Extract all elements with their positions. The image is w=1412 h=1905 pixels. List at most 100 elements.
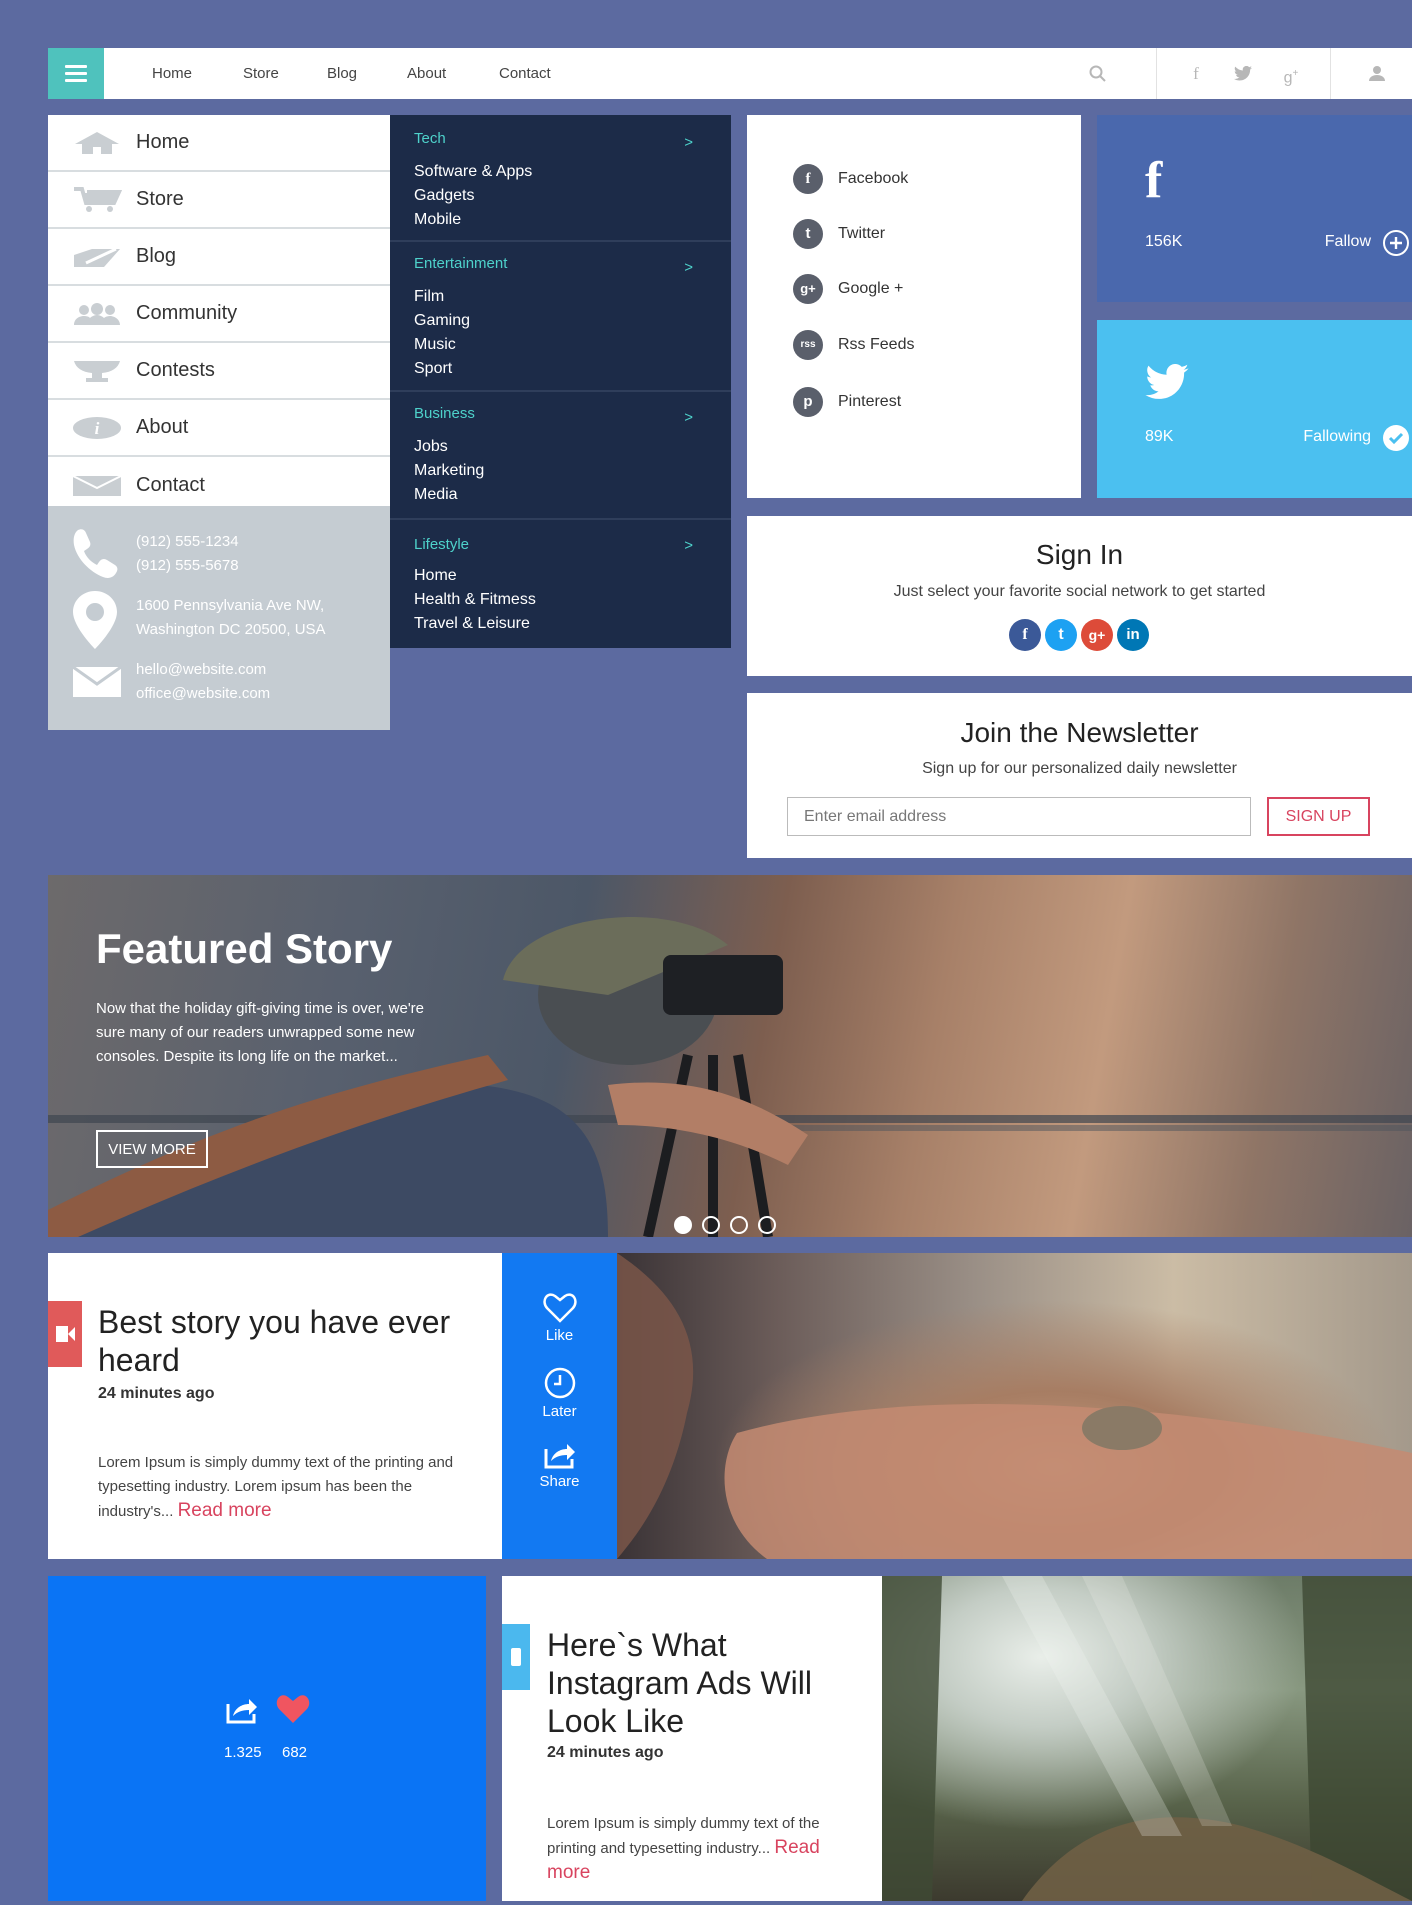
category-item[interactable]: Film bbox=[414, 288, 444, 306]
nav-link-contact[interactable]: Contact bbox=[499, 48, 551, 99]
nav-link-blog[interactable]: Blog bbox=[327, 48, 357, 99]
menu-icon[interactable] bbox=[48, 48, 104, 99]
story-image bbox=[882, 1576, 1412, 1901]
newsletter-panel: Join the Newsletter Sign up for our pers… bbox=[747, 693, 1412, 858]
featured-title: Featured Story bbox=[96, 925, 393, 972]
social-label: Pinterest bbox=[838, 393, 902, 410]
later-button[interactable]: Later bbox=[502, 1367, 617, 1420]
social-link-facebook[interactable]: f Facebook bbox=[793, 163, 908, 195]
like-count: 682 bbox=[282, 1744, 308, 1761]
email-icon bbox=[72, 665, 122, 702]
category-item[interactable]: Gadgets bbox=[414, 187, 474, 205]
cart-icon bbox=[72, 186, 122, 214]
nav-link-store[interactable]: Store bbox=[243, 48, 279, 99]
like-button[interactable]: Like bbox=[502, 1293, 617, 1344]
chevron-right-icon[interactable]: > bbox=[684, 259, 693, 276]
side-item-store[interactable]: Store bbox=[48, 172, 390, 229]
video-icon bbox=[56, 1326, 75, 1342]
social-label: Facebook bbox=[838, 170, 909, 187]
story-actions: Like Later Share bbox=[502, 1253, 617, 1559]
sign-in-subtitle: Just select your favorite social network… bbox=[893, 583, 1266, 600]
side-item-label: Community bbox=[136, 302, 238, 324]
chevron-right-icon[interactable]: > bbox=[684, 134, 693, 151]
facebook-icon: f bbox=[793, 164, 823, 194]
social-link-rss[interactable]: rss Rss Feeds bbox=[793, 329, 914, 361]
pinterest-icon: p bbox=[793, 387, 823, 417]
story-title[interactable]: Here`s What Instagram Ads Will Look Like bbox=[547, 1626, 867, 1740]
google-plus-icon: g+ bbox=[793, 274, 823, 304]
category-item[interactable]: Health & Fitmess bbox=[414, 591, 536, 609]
category-item[interactable]: Media bbox=[414, 486, 458, 504]
google-plus-icon[interactable]: g+ bbox=[1278, 48, 1304, 99]
linkedin-login-button[interactable]: in bbox=[1117, 619, 1149, 651]
email-input[interactable] bbox=[787, 797, 1251, 836]
story-excerpt: Lorem Ipsum is simply dummy text of the … bbox=[98, 1451, 468, 1524]
share-button[interactable]: Share bbox=[502, 1439, 617, 1490]
carousel-dot[interactable] bbox=[702, 1216, 720, 1234]
heart-icon[interactable] bbox=[276, 1694, 310, 1729]
side-item-contests[interactable]: Contests bbox=[48, 343, 390, 400]
story-title[interactable]: Best story you have ever heard bbox=[98, 1303, 478, 1379]
side-item-blog[interactable]: Blog bbox=[48, 229, 390, 286]
category-title[interactable]: Tech bbox=[414, 130, 446, 147]
category-item[interactable]: Music bbox=[414, 336, 456, 354]
category-item[interactable]: Marketing bbox=[414, 462, 484, 480]
story-excerpt: Lorem Ipsum is simply dummy text of the … bbox=[547, 1812, 847, 1886]
side-item-about[interactable]: i About bbox=[48, 400, 390, 457]
side-menu: Home Store Blog Community Contests i Abo… bbox=[48, 115, 390, 514]
facebook-icon[interactable]: f bbox=[1186, 48, 1206, 99]
search-icon[interactable] bbox=[1084, 48, 1110, 99]
category-title[interactable]: Lifestyle bbox=[414, 536, 469, 553]
featured-story-banner: Featured Story Now that the holiday gift… bbox=[48, 875, 1412, 1237]
category-item[interactable]: Travel & Leisure bbox=[414, 615, 530, 633]
like-label: Like bbox=[545, 1327, 574, 1344]
share-icon[interactable] bbox=[225, 1694, 259, 1729]
category-title[interactable]: Entertainment bbox=[414, 255, 507, 272]
side-item-label: About bbox=[136, 416, 189, 438]
category-title[interactable]: Business bbox=[414, 405, 475, 422]
twitter-icon[interactable] bbox=[1231, 48, 1255, 99]
story-time: 24 minutes ago bbox=[98, 1385, 215, 1402]
email-link[interactable]: office@website.com bbox=[136, 682, 270, 706]
carousel-dot-active[interactable] bbox=[674, 1216, 692, 1234]
top-nav: Home Store Blog About Contact f g+ bbox=[48, 48, 1412, 99]
social-link-twitter[interactable]: t Twitter bbox=[793, 218, 885, 250]
user-icon[interactable] bbox=[1362, 48, 1392, 99]
carousel-dot[interactable] bbox=[730, 1216, 748, 1234]
chevron-right-icon[interactable]: > bbox=[684, 409, 693, 426]
sign-up-button[interactable]: SIGN UP bbox=[1267, 797, 1370, 836]
address-line: 1600 Pennsylvania Ave NW, bbox=[136, 597, 325, 614]
share-count: 1.325 bbox=[224, 1744, 262, 1761]
phone-icon bbox=[511, 1648, 521, 1666]
video-tag bbox=[48, 1301, 82, 1367]
social-link-google-plus[interactable]: g+ Google + bbox=[793, 273, 903, 305]
share-icon bbox=[544, 1444, 575, 1469]
twitter-login-button[interactable]: t bbox=[1045, 619, 1077, 651]
facebook-login-button[interactable]: f bbox=[1009, 619, 1041, 651]
side-item-community[interactable]: Community bbox=[48, 286, 390, 343]
category-item[interactable]: Mobile bbox=[414, 211, 461, 229]
plus-circle-icon[interactable] bbox=[1383, 230, 1409, 256]
side-item-label: Store bbox=[136, 188, 184, 210]
follow-label: Fallow bbox=[1324, 233, 1371, 250]
social-link-pinterest[interactable]: p Pinterest bbox=[793, 386, 901, 418]
check-circle-icon[interactable] bbox=[1383, 425, 1409, 451]
read-more-link[interactable]: Read more bbox=[178, 1500, 272, 1521]
heart-icon bbox=[542, 1293, 577, 1323]
nav-link-home[interactable]: Home bbox=[152, 48, 192, 99]
category-item[interactable]: Software & Apps bbox=[414, 163, 532, 181]
email-link[interactable]: hello@website.com bbox=[136, 658, 266, 682]
carousel-dot[interactable] bbox=[758, 1216, 776, 1234]
pencil-icon bbox=[72, 243, 122, 271]
google-plus-login-button[interactable]: g+ bbox=[1081, 619, 1113, 651]
category-item[interactable]: Sport bbox=[414, 360, 452, 378]
category-item[interactable]: Jobs bbox=[414, 438, 448, 456]
chevron-right-icon[interactable]: > bbox=[684, 537, 693, 554]
category-item[interactable]: Gaming bbox=[414, 312, 470, 330]
envelope-icon bbox=[72, 472, 122, 500]
side-item-home[interactable]: Home bbox=[48, 115, 390, 172]
nav-link-about[interactable]: About bbox=[407, 48, 446, 99]
view-more-button[interactable]: VIEW MORE bbox=[96, 1130, 208, 1168]
category-item[interactable]: Home bbox=[414, 567, 457, 585]
facebook-follow-tile: f 156K Fallow bbox=[1097, 115, 1412, 302]
